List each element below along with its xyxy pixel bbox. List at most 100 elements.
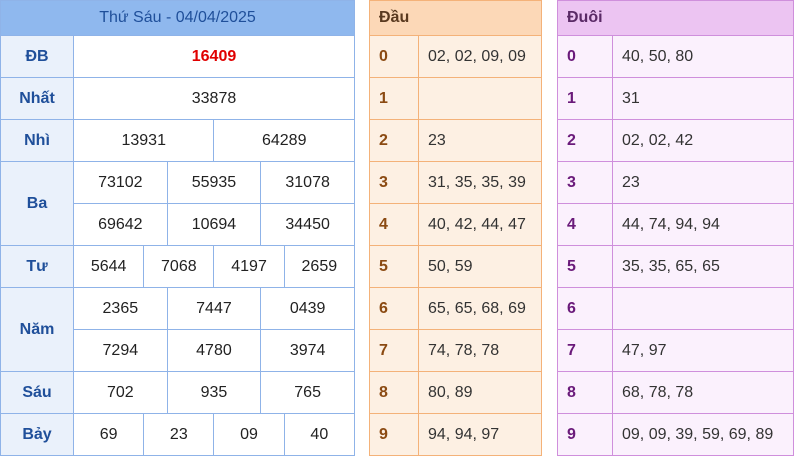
dau-digit: 1 (369, 77, 419, 120)
dau-header: Đầu (369, 0, 419, 36)
prize-label: ĐB (0, 35, 74, 78)
table-row: 9 09, 09, 39, 59, 69, 89 (557, 413, 794, 456)
prize-label: Năm (0, 287, 74, 372)
prize-value: 3974 (260, 329, 355, 372)
dau-digit: 9 (369, 413, 419, 456)
prize-label: Bảy (0, 413, 74, 456)
duoi-table: Đuôi 0 40, 50, 80 1 31 2 02, 02, 42 3 23 4 44, 74… (557, 0, 794, 456)
table-row: 1 (369, 77, 542, 120)
results-header: Thứ Sáu - 04/04/2025 (0, 0, 355, 36)
table-row: 3 23 (557, 161, 794, 204)
dau-digit: 6 (369, 287, 419, 330)
duoi-digit: 3 (557, 161, 613, 204)
prize-value: 765 (260, 371, 355, 414)
dau-values: 65, 65, 68, 69 (418, 287, 542, 330)
table-row: Bảy 69 23 09 40 (0, 413, 356, 456)
table-row: 8 80, 89 (369, 371, 542, 414)
duoi-digit: 1 (557, 77, 613, 120)
prize-value: 702 (73, 371, 168, 414)
table-row: Tư 5644 7068 4197 2659 (0, 245, 356, 288)
dau-values: 31, 35, 35, 39 (418, 161, 542, 204)
table-row: Năm 2365 7447 0439 (0, 287, 355, 372)
duoi-values: 40, 50, 80 (612, 35, 794, 78)
prize-label: Ba (0, 161, 74, 246)
table-row: Nhì 13931 64289 (0, 119, 355, 162)
prize-value: 34450 (260, 203, 355, 246)
duoi-digit: 0 (557, 35, 613, 78)
duoi-header: Đuôi (557, 0, 613, 36)
special-prize-value: 16409 (73, 35, 355, 78)
dau-values: 50, 59 (418, 245, 542, 288)
table-row: 1 31 (557, 77, 794, 120)
duoi-digit: 5 (557, 245, 613, 288)
prize-value: 4197 (213, 245, 285, 288)
table-row: 7 74, 78, 78 (369, 329, 542, 372)
table-row: Ba 73102 55935 31078 (0, 161, 355, 246)
prize-value: 69642 (73, 203, 168, 246)
table-row: ĐB 16409 (0, 35, 355, 78)
dau-values: 23 (418, 119, 542, 162)
dau-digit: 7 (369, 329, 419, 372)
prize-value: 40 (283, 413, 356, 456)
dau-values: 74, 78, 78 (418, 329, 542, 372)
prize-value: 7294 (73, 329, 168, 372)
duoi-values: 68, 78, 78 (612, 371, 794, 414)
duoi-values (612, 287, 794, 330)
duoi-values: 31 (612, 77, 794, 120)
prize-value: 10694 (166, 203, 262, 246)
dau-digit: 8 (369, 371, 419, 414)
dau-digit: 5 (369, 245, 419, 288)
table-row: 4 44, 74, 94, 94 (557, 203, 794, 246)
dau-values: 40, 42, 44, 47 (418, 203, 542, 246)
duoi-digit: 9 (557, 413, 613, 456)
table-row: 2 02, 02, 42 (557, 119, 794, 162)
dau-digit: 3 (369, 161, 419, 204)
dau-header-blank (418, 0, 542, 36)
prize-value: 5644 (72, 245, 145, 288)
dau-digit: 0 (369, 35, 419, 78)
dau-digit: 2 (369, 119, 419, 162)
prize-value: 13931 (72, 119, 215, 162)
table-row: 2 23 (369, 119, 542, 162)
table-row: Sáu 702 935 765 (0, 371, 355, 414)
dau-values: 02, 02, 09, 09 (418, 35, 542, 78)
duoi-header-blank (612, 0, 794, 36)
duoi-values: 02, 02, 42 (612, 119, 794, 162)
dau-digit: 4 (369, 203, 419, 246)
prize-value: 69 (72, 413, 145, 456)
prize-label: Nhất (0, 77, 74, 120)
duoi-digit: 2 (557, 119, 613, 162)
dau-values: 80, 89 (418, 371, 542, 414)
table-row: 9 94, 94, 97 (369, 413, 542, 456)
table-row: 5 50, 59 (369, 245, 542, 288)
table-row: 0 40, 50, 80 (557, 35, 794, 78)
table-row: 0 02, 02, 09, 09 (369, 35, 542, 78)
table-row: Nhất 33878 (0, 77, 355, 120)
prize-value: 73102 (73, 161, 168, 204)
prize-value: 7447 (166, 287, 262, 330)
prize-value: 09 (213, 413, 285, 456)
results-table: Thứ Sáu - 04/04/2025 ĐB 16409 Nhất 33878… (0, 0, 356, 456)
prize-value: 23 (143, 413, 215, 456)
duoi-digit: 7 (557, 329, 613, 372)
table-row: 7 47, 97 (557, 329, 794, 372)
prize-value: 935 (166, 371, 262, 414)
table-row: 5 35, 35, 65, 65 (557, 245, 794, 288)
prize-value: 0439 (260, 287, 355, 330)
prize-value: 4780 (166, 329, 262, 372)
dau-values (418, 77, 542, 120)
prize-value: 64289 (213, 119, 355, 162)
prize-label: Sáu (0, 371, 74, 414)
duoi-values: 44, 74, 94, 94 (612, 203, 794, 246)
dau-table: Đầu 0 02, 02, 09, 09 1 2 23 3 31, 35, 35, 39 4 4… (369, 0, 542, 456)
prize-label: Nhì (0, 119, 74, 162)
dau-values: 94, 94, 97 (418, 413, 542, 456)
prize-value: 2659 (283, 245, 356, 288)
table-row: 8 68, 78, 78 (557, 371, 794, 414)
prize-label: Tư (0, 245, 74, 288)
prize-value: 55935 (166, 161, 262, 204)
table-row: 3 31, 35, 35, 39 (369, 161, 542, 204)
table-row: 4 40, 42, 44, 47 (369, 203, 542, 246)
duoi-digit: 4 (557, 203, 613, 246)
duoi-values: 23 (612, 161, 794, 204)
